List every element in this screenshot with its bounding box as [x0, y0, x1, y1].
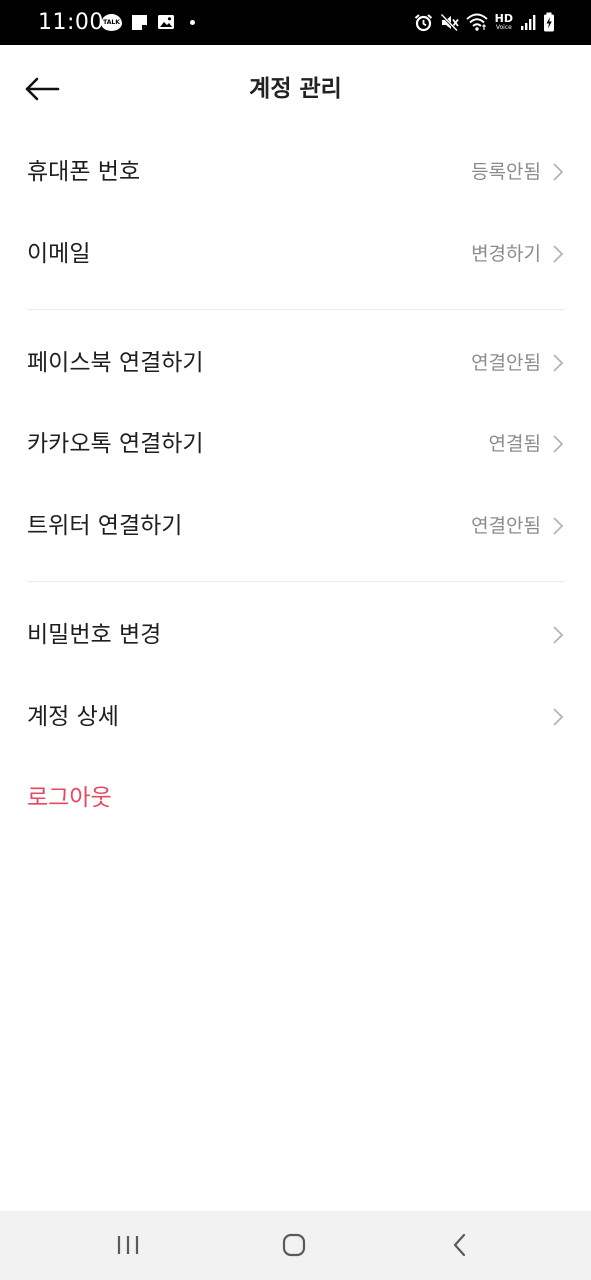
- logout-label: 로그아웃: [27, 785, 112, 811]
- section-divider: [27, 309, 565, 310]
- home-button[interactable]: [264, 1225, 324, 1265]
- twitter-connect-row[interactable]: 트위터 연결하기 연결안됨: [0, 486, 591, 566]
- row-label: 카카오톡 연결하기: [27, 431, 204, 457]
- status-right-icons: HD Voice: [414, 11, 555, 33]
- recent-apps-icon: [117, 1236, 139, 1254]
- wifi-icon: [465, 13, 488, 31]
- chevron-right-icon: [551, 706, 565, 728]
- dot-icon-wrap: [184, 19, 200, 25]
- talk-icon: TALK: [101, 13, 122, 31]
- row-label: 이메일: [27, 241, 91, 267]
- back-icon: [453, 1233, 466, 1257]
- dot-icon: [189, 19, 195, 25]
- voice-label: Voice: [495, 24, 512, 31]
- sticky-note-icon: [131, 14, 148, 31]
- row-label: 페이스북 연결하기: [27, 350, 204, 376]
- row-value: 변경하기: [471, 243, 541, 265]
- gallery-icon: [157, 14, 175, 30]
- screen: 11:00 TALK HD Voice 계정 관리 휴대폰 번호 등록안됨 이메…: [0, 0, 591, 1280]
- row-value: 연결안됨: [471, 515, 541, 537]
- logout-button[interactable]: 로그아웃: [0, 758, 591, 838]
- system-nav-bar: [0, 1211, 591, 1280]
- email-row[interactable]: 이메일 변경하기: [0, 214, 591, 294]
- signal-icon: [520, 14, 536, 31]
- kakaotalk-connect-row[interactable]: 카카오톡 연결하기 연결됨: [0, 404, 591, 484]
- talk-badge-text: TALK: [103, 18, 120, 26]
- facebook-connect-row[interactable]: 페이스북 연결하기 연결안됨: [0, 323, 591, 403]
- row-value: 등록안됨: [471, 161, 541, 183]
- chevron-right-icon: [551, 624, 565, 646]
- status-left-icons: TALK: [101, 11, 200, 33]
- chevron-right-icon: [551, 161, 565, 183]
- row-value: 연결됨: [488, 433, 541, 455]
- account-details-row[interactable]: 계정 상세: [0, 677, 591, 757]
- hd-label: HD: [494, 12, 513, 25]
- section-divider: [27, 581, 565, 582]
- row-value: 연결안됨: [471, 352, 541, 374]
- nav-back-button[interactable]: [430, 1225, 490, 1265]
- mute-icon: [439, 12, 459, 32]
- recent-apps-button[interactable]: [98, 1225, 158, 1265]
- hd-voice-icon: HD Voice: [495, 13, 513, 31]
- home-icon: [282, 1233, 306, 1257]
- row-label: 계정 상세: [27, 704, 119, 730]
- battery-charging-icon: [543, 12, 555, 32]
- page-title: 계정 관리: [249, 76, 342, 102]
- phone-number-row[interactable]: 휴대폰 번호 등록안됨: [0, 132, 591, 212]
- header: 계정 관리: [0, 45, 591, 133]
- alarm-icon: [414, 13, 433, 32]
- chevron-right-icon: [551, 243, 565, 265]
- chevron-right-icon: [551, 433, 565, 455]
- row-label: 비밀번호 변경: [27, 622, 162, 648]
- status-bar: 11:00 TALK HD Voice: [0, 0, 591, 45]
- change-password-row[interactable]: 비밀번호 변경: [0, 595, 591, 675]
- status-time: 11:00: [38, 10, 104, 35]
- chevron-right-icon: [551, 515, 565, 537]
- chevron-right-icon: [551, 352, 565, 374]
- row-label: 휴대폰 번호: [27, 159, 141, 185]
- row-label: 트위터 연결하기: [27, 513, 183, 539]
